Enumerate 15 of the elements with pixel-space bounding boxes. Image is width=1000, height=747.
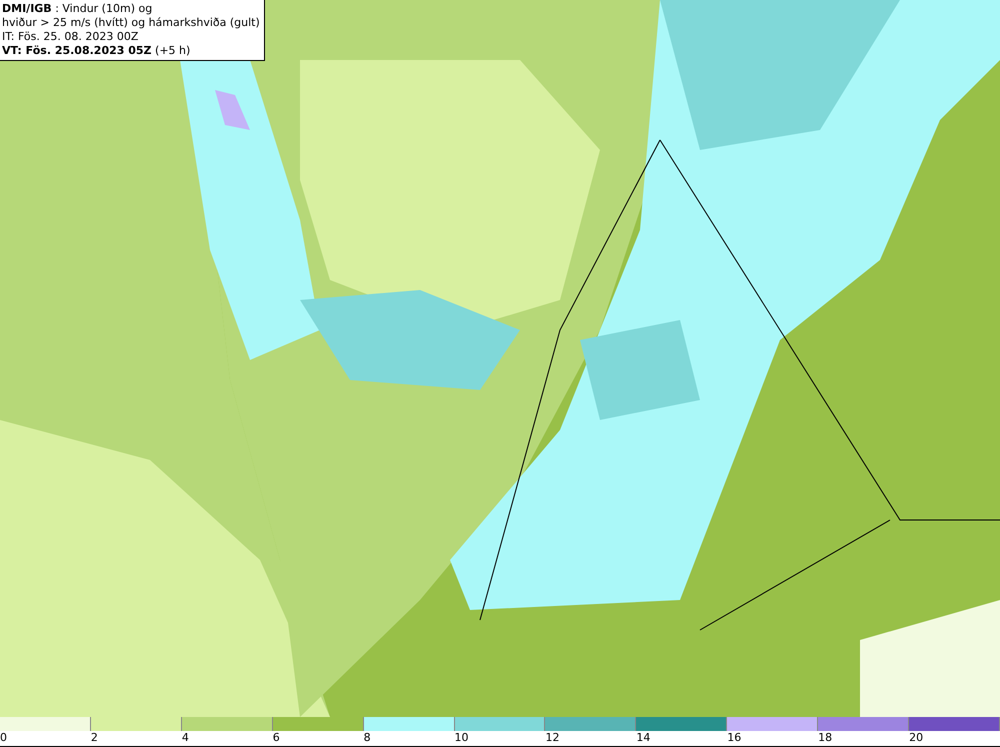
map-title-line: DMI/IGB : Vindur (10m) og: [2, 2, 154, 16]
map-title-line: hviður > 25 m/s (hvítt) og hámarkshviða (gult): [2, 16, 260, 30]
legend-tick-label: 4: [182, 731, 189, 745]
legend-tick-label: 20: [909, 731, 924, 745]
legend-tick-label: 2: [90, 731, 98, 745]
map-title-line: VT: Fös. 25.08.2023 05Z (+5 h): [2, 44, 192, 58]
legend-tick-label: 10: [454, 731, 469, 745]
legend-tick-label: 8: [364, 731, 371, 745]
legend-tick-label: 6: [272, 731, 280, 745]
legend-tick-label: 14: [636, 731, 650, 745]
legend-tick-label: 12: [545, 731, 560, 745]
legend-tick-label: 16: [727, 731, 742, 745]
legend-tick-label: 0: [0, 731, 7, 745]
map-title-line: IT: Fös. 25. 08. 2023 00Z: [2, 30, 140, 44]
legend-tick-label: 18: [818, 731, 832, 745]
